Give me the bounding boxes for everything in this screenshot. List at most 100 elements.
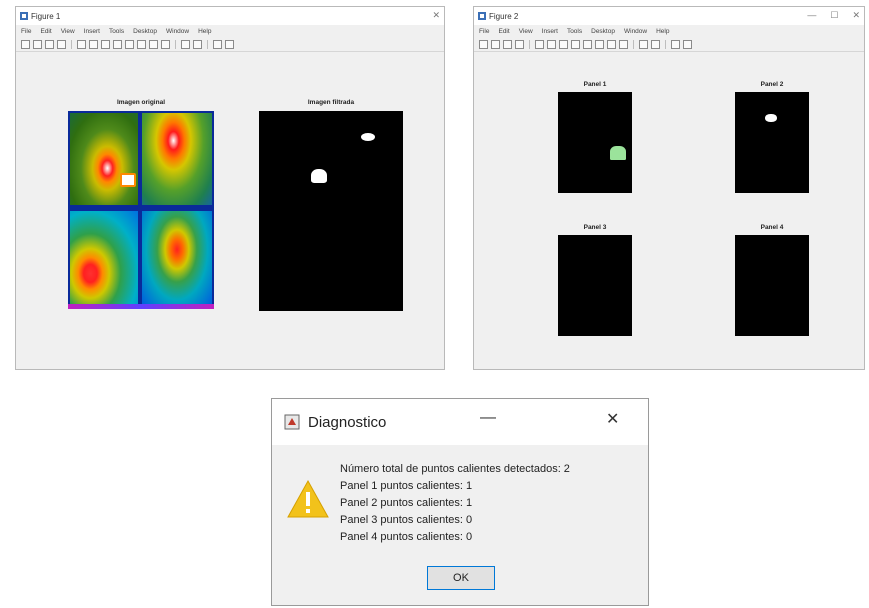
hotspot-blob <box>311 169 327 183</box>
panel-3-axes <box>558 235 632 336</box>
save-icon[interactable] <box>45 39 54 49</box>
thermal-quadrant-1 <box>70 113 138 205</box>
menu-window[interactable]: Window <box>166 28 189 35</box>
minimize-icon[interactable]: — <box>807 10 816 21</box>
close-icon[interactable]: ✕ <box>606 409 619 429</box>
hotspot-marker <box>120 173 136 187</box>
diagnostic-dialog: Diagnostico — ✕ Número total de puntos c… <box>271 398 649 606</box>
save-icon[interactable] <box>503 39 512 49</box>
message-line: Panel 4 puntos calientes: 0 <box>340 531 473 543</box>
zoom-out-icon[interactable] <box>101 39 110 49</box>
close-icon[interactable]: ✕ <box>852 10 860 21</box>
maximize-icon[interactable]: ☐ <box>830 10 838 21</box>
pointer-icon[interactable] <box>77 39 86 49</box>
zoom-out-icon[interactable] <box>559 39 568 49</box>
brush-icon[interactable] <box>607 39 616 49</box>
menu-window[interactable]: Window <box>624 28 647 35</box>
minimize-icon[interactable]: — <box>480 409 496 427</box>
legend-icon[interactable] <box>651 39 660 49</box>
brush-icon[interactable] <box>149 39 158 49</box>
figure-2-menubar: File Edit View Insert Tools Desktop Wind… <box>474 25 864 37</box>
dialog-body: Número total de puntos calientes detecta… <box>272 445 648 605</box>
dialog-title: Diagnostico <box>308 414 387 431</box>
matlab-figure-icon <box>20 12 28 20</box>
panel-4-axes <box>735 235 809 336</box>
panel-2-axes <box>735 92 809 193</box>
menu-file[interactable]: File <box>479 28 489 35</box>
data-cursor-icon[interactable] <box>137 39 146 49</box>
show-plot-tools-icon[interactable] <box>683 39 692 49</box>
panel-3-title: Panel 3 <box>583 224 607 231</box>
panel-1-axes <box>558 92 632 193</box>
toolbar-separator <box>207 39 208 49</box>
menu-desktop[interactable]: Desktop <box>133 28 157 35</box>
menu-view[interactable]: View <box>61 28 75 35</box>
colorbar-icon[interactable] <box>639 39 648 49</box>
thermal-quadrant-4 <box>142 211 212 307</box>
data-cursor-icon[interactable] <box>595 39 604 49</box>
menu-insert[interactable]: Insert <box>84 28 100 35</box>
matlab-figure-icon <box>284 414 300 430</box>
pan-icon[interactable] <box>113 39 122 49</box>
hotspot-blob <box>610 146 626 160</box>
rotate-icon[interactable] <box>125 39 134 49</box>
ok-button[interactable]: OK <box>427 566 495 590</box>
menu-insert[interactable]: Insert <box>542 28 558 35</box>
panel-2-title: Panel 2 <box>760 81 784 88</box>
new-figure-icon[interactable] <box>479 39 488 49</box>
warning-icon <box>287 479 329 518</box>
menu-view[interactable]: View <box>519 28 533 35</box>
open-file-icon[interactable] <box>491 39 500 49</box>
hide-plot-tools-icon[interactable] <box>213 39 222 49</box>
message-line: Panel 3 puntos calientes: 0 <box>340 514 473 526</box>
menu-tools[interactable]: Tools <box>109 28 124 35</box>
show-plot-tools-icon[interactable] <box>225 39 234 49</box>
print-icon[interactable] <box>57 39 66 49</box>
menu-help[interactable]: Help <box>656 28 669 35</box>
menu-edit[interactable]: Edit <box>498 28 509 35</box>
thermal-image <box>68 111 214 309</box>
print-icon[interactable] <box>515 39 524 49</box>
figure-2-toolbar <box>474 37 864 52</box>
figure-1-titlebar: Figure 1 ✕ <box>16 7 444 25</box>
figure-1-title: Figure 1 <box>31 11 61 21</box>
axes-original-title: Imagen original <box>116 99 166 106</box>
figure-2-titlebar: Figure 2 — ☐ ✕ <box>474 7 864 25</box>
link-icon[interactable] <box>161 39 170 49</box>
toolbar-separator <box>633 39 634 49</box>
menu-desktop[interactable]: Desktop <box>591 28 615 35</box>
figure-2-title: Figure 2 <box>489 11 519 21</box>
new-figure-icon[interactable] <box>21 39 30 49</box>
legend-icon[interactable] <box>193 39 202 49</box>
hotspot-blob <box>765 114 777 122</box>
close-icon[interactable]: ✕ <box>432 10 440 21</box>
toolbar-separator <box>71 39 72 49</box>
matlab-figure-icon <box>478 12 486 20</box>
colorbar-icon[interactable] <box>181 39 190 49</box>
figure-1-menubar: File Edit View Insert Tools Desktop Wind… <box>16 25 444 37</box>
pointer-icon[interactable] <box>535 39 544 49</box>
zoom-in-icon[interactable] <box>89 39 98 49</box>
pan-icon[interactable] <box>571 39 580 49</box>
menu-tools[interactable]: Tools <box>567 28 582 35</box>
figure-1-toolbar <box>16 37 444 52</box>
thermal-quadrant-3 <box>70 211 138 307</box>
axes-filtered-title: Imagen filtrada <box>307 99 355 106</box>
zoom-in-icon[interactable] <box>547 39 556 49</box>
menu-edit[interactable]: Edit <box>40 28 51 35</box>
thermal-quadrant-2 <box>142 113 212 205</box>
message-line: Número total de puntos calientes detecta… <box>340 463 570 475</box>
rotate-icon[interactable] <box>583 39 592 49</box>
link-icon[interactable] <box>619 39 628 49</box>
toolbar-separator <box>665 39 666 49</box>
open-file-icon[interactable] <box>33 39 42 49</box>
filtered-image <box>259 111 403 311</box>
panel-1-title: Panel 1 <box>583 81 607 88</box>
figure-2-window: Figure 2 — ☐ ✕ File Edit View Insert Too… <box>473 6 865 370</box>
hotspot-blob <box>361 133 375 141</box>
thermal-edge <box>68 304 214 309</box>
menu-help[interactable]: Help <box>198 28 211 35</box>
hide-plot-tools-icon[interactable] <box>671 39 680 49</box>
dialog-message: Número total de puntos calientes detecta… <box>340 461 570 546</box>
menu-file[interactable]: File <box>21 28 31 35</box>
